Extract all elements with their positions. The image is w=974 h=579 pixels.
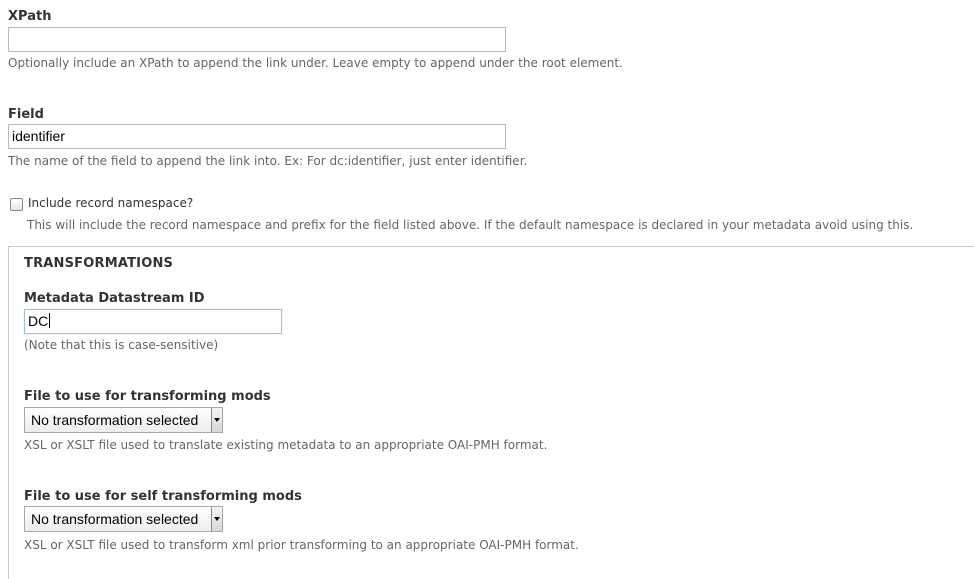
self-transform-mods-description: XSL or XSLT file used to transform xml p… <box>24 538 579 552</box>
include-namespace-description: This will include the record namespace a… <box>27 218 914 232</box>
transform-mods-selected-value: No transformation selected <box>31 412 199 428</box>
text-caret <box>49 313 51 328</box>
datastream-id-input[interactable]: DC <box>24 309 282 334</box>
self-transform-mods-label: File to use for self transforming mods <box>24 489 302 504</box>
xpath-input[interactable] <box>8 27 506 52</box>
datastream-id-label: Metadata Datastream ID <box>24 291 205 306</box>
self-transform-mods-selected-value: No transformation selected <box>31 511 199 527</box>
xpath-description: Optionally include an XPath to append th… <box>8 56 623 70</box>
self-transform-mods-select[interactable]: No transformation selected <box>24 506 223 532</box>
include-namespace-checkbox[interactable] <box>10 198 23 211</box>
field-label: Field <box>8 107 44 122</box>
transform-mods-label: File to use for transforming mods <box>24 389 271 404</box>
datastream-id-description: (Note that this is case-sensitive) <box>24 338 219 352</box>
transform-mods-select[interactable]: No transformation selected <box>24 407 223 433</box>
transform-mods-description: XSL or XSLT file used to translate exist… <box>24 438 548 452</box>
xpath-label: XPath <box>8 9 52 24</box>
include-namespace-label[interactable]: Include record namespace? <box>28 196 193 211</box>
field-description: The name of the field to append the link… <box>8 154 528 168</box>
field-input[interactable]: identifier <box>8 124 506 149</box>
transformations-legend: TRANSFORMATIONS <box>24 256 174 271</box>
triangle-down-icon <box>211 408 222 432</box>
triangle-down-icon <box>211 507 222 531</box>
datastream-id-value: DC <box>28 313 49 329</box>
